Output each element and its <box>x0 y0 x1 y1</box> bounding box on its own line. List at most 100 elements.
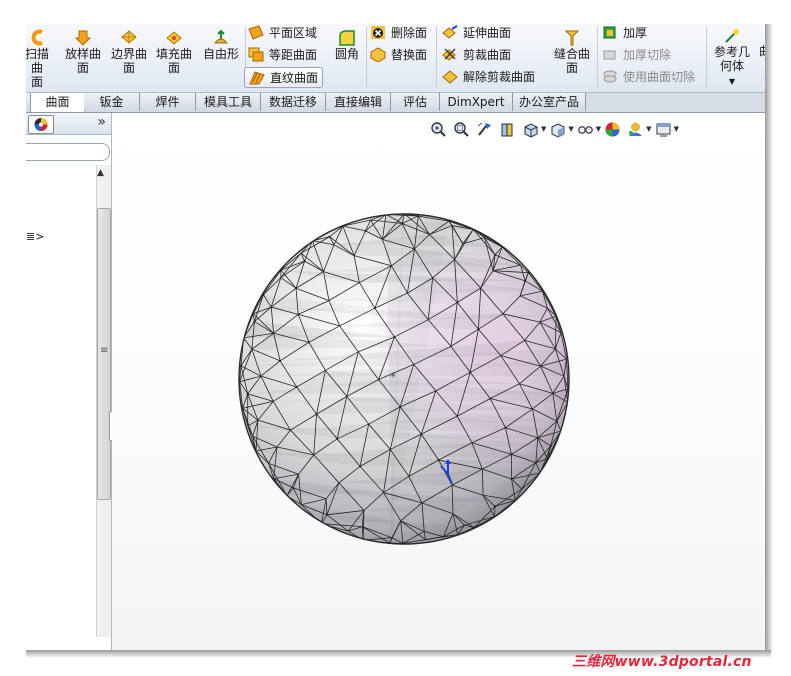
reference-geometry-icon <box>725 29 739 43</box>
feature-filter-input[interactable] <box>26 143 110 161</box>
apply-scene-icon[interactable] <box>627 121 644 138</box>
watermark-text: 三维网www.3dportal.cn <box>572 654 752 670</box>
knit-surface-label-1: 缝合曲 <box>553 47 590 61</box>
boundary-surface-icon <box>121 30 137 44</box>
feature-manager-pane: » ≣> ▲ ≡ <box>26 113 112 650</box>
ruled-surface-label: 直纹曲面 <box>270 71 319 85</box>
tab-evaluate[interactable]: 评估 <box>391 93 440 111</box>
delete-face-button[interactable]: 删除面 <box>370 24 427 42</box>
ruled-surface-button[interactable]: 直纹曲面 <box>244 67 324 88</box>
untrim-surface-button[interactable]: 解除剪裁曲面 <box>442 67 535 86</box>
extend-surface-button[interactable]: 延伸曲面 <box>442 24 511 42</box>
freeform-button[interactable]: 自由形 <box>200 29 242 61</box>
thicken-button[interactable]: 加厚 <box>602 24 647 42</box>
ribbon-separator <box>597 26 598 88</box>
extend-surface-label: 延伸曲面 <box>463 26 512 40</box>
facet-vertex <box>364 229 367 232</box>
knit-surface-button[interactable]: 缝合曲 面 <box>551 29 593 75</box>
tab-sheet-metal[interactable]: 钣金 <box>84 93 140 111</box>
hide-show-items-icon[interactable] <box>577 121 594 138</box>
thicken-label: 加厚 <box>623 26 648 40</box>
tab-mold-tools[interactable]: 模具工具 <box>196 93 261 111</box>
facet-vertex <box>494 505 497 508</box>
view-settings-dropdown-icon[interactable]: ▼ <box>674 125 679 133</box>
hide-show-dropdown-icon[interactable]: ▼ <box>596 125 601 133</box>
fillet-label: 圆角 <box>334 47 359 61</box>
fill-surface-button[interactable]: 填充曲 面 <box>154 29 194 75</box>
feature-manager-header: » <box>26 113 111 135</box>
facet-vertex <box>524 279 527 282</box>
extend-surface-icon <box>442 25 458 39</box>
freeform-icon <box>213 29 229 44</box>
tab-office-products[interactable]: 办公室产品 <box>513 93 586 111</box>
fill-surface-label-2: 面 <box>167 61 180 75</box>
sweep-surface-icon <box>31 29 43 46</box>
delete-face-icon <box>371 26 385 39</box>
section-view-icon[interactable] <box>499 121 516 138</box>
cut-with-surface-label: 使用曲面切除 <box>623 70 696 84</box>
command-manager-tabs: 曲面 钣金 焊件 模具工具 数据迁移 直接编辑 评估 DimXpert 办公室产… <box>26 93 765 113</box>
thicken-cut-button[interactable]: 加厚切除 <box>602 45 671 64</box>
collapse-pane-button[interactable]: » <box>97 114 106 130</box>
untrim-surface-icon <box>442 70 458 84</box>
untrim-surface-label: 解除剪裁曲面 <box>463 70 536 84</box>
thicken-cut-label: 加厚切除 <box>623 48 672 62</box>
ribbon-separator <box>436 26 437 88</box>
facet-vertex <box>373 307 376 310</box>
tab-data-migration[interactable]: 数据迁移 <box>261 93 326 111</box>
facet-vertex <box>328 235 331 238</box>
reference-geometry-dropdown-icon[interactable]: ▼ <box>729 77 735 86</box>
view-orientation-dropdown-icon[interactable]: ▼ <box>541 125 546 133</box>
loft-surface-icon <box>74 30 92 46</box>
replace-face-icon <box>370 47 386 62</box>
loft-surface-button[interactable]: 放样曲 面 <box>63 29 103 75</box>
offset-surface-button[interactable]: 等距曲面 <box>248 45 317 64</box>
tab-surfaces[interactable]: 曲面 <box>30 93 85 112</box>
scroll-up-icon[interactable]: ▲ <box>97 168 104 178</box>
facet-vertex <box>295 385 298 388</box>
sweep-surface-label-2: 面 <box>30 75 43 89</box>
reference-geometry-button[interactable]: 参考几 何体 ▼ <box>710 27 754 89</box>
tab-direct-editing[interactable]: 直接编辑 <box>326 93 391 111</box>
reference-geometry-label-2: 何体 <box>719 59 744 73</box>
fillet-icon <box>339 30 355 46</box>
geodesic-sphere-model[interactable]: * <box>234 209 574 549</box>
facet-vertex <box>469 371 472 374</box>
solidworks-window: 扫描曲 面 放样曲 面 边界曲 面 填充曲 面 自由形 平面区域 等距曲面 直纹… <box>26 24 765 650</box>
facet-vertex <box>297 313 300 316</box>
zoom-to-fit-icon[interactable] <box>430 121 447 138</box>
loft-surface-label-1: 放样曲 <box>64 47 101 61</box>
graphics-area[interactable]: ▼ ▼ ▼ ▼ ▼ * <box>112 113 765 650</box>
appearance-icon <box>34 118 48 131</box>
tab-weldments[interactable]: 焊件 <box>140 93 196 111</box>
planar-surface-button[interactable]: 平面区域 <box>248 24 317 42</box>
cut-with-surface-button[interactable]: 使用曲面切除 <box>602 67 695 86</box>
fill-surface-label-1: 填充曲 <box>155 47 192 61</box>
offset-surface-icon <box>248 47 264 62</box>
replace-face-button[interactable]: 替换面 <box>370 45 427 64</box>
trim-surface-button[interactable]: 剪裁曲面 <box>442 45 511 64</box>
appearance-tab[interactable] <box>28 115 54 134</box>
facet-vertex <box>359 465 362 468</box>
ribbon-separator <box>366 26 367 88</box>
previous-view-icon[interactable] <box>476 121 493 138</box>
boundary-surface-button[interactable]: 边界曲 面 <box>109 29 149 75</box>
trim-surface-icon <box>442 48 456 61</box>
view-orientation-icon[interactable] <box>522 121 539 138</box>
apply-scene-dropdown-icon[interactable]: ▼ <box>646 125 651 133</box>
display-style-dropdown-icon[interactable]: ▼ <box>568 125 573 133</box>
edit-appearance-icon[interactable] <box>604 121 621 138</box>
zoom-area-icon[interactable] <box>453 121 470 138</box>
facet-vertex <box>477 328 480 331</box>
fillet-button[interactable]: 圆角 <box>331 29 363 61</box>
facet-vertex <box>239 364 242 367</box>
tab-dimxpert[interactable]: DimXpert <box>440 93 513 111</box>
display-style-icon[interactable] <box>549 121 566 138</box>
tree-item-fragment[interactable]: ≣> <box>26 230 44 243</box>
overflow-button[interactable]: 曲 <box>758 44 765 58</box>
sweep-surface-button[interactable]: 扫描曲 面 <box>26 29 54 89</box>
planar-surface-icon <box>248 25 264 40</box>
cut-with-surface-icon <box>603 70 617 83</box>
command-manager-ribbon: 扫描曲 面 放样曲 面 边界曲 面 填充曲 面 自由形 平面区域 等距曲面 直纹… <box>26 24 765 93</box>
view-settings-icon[interactable] <box>655 121 672 138</box>
